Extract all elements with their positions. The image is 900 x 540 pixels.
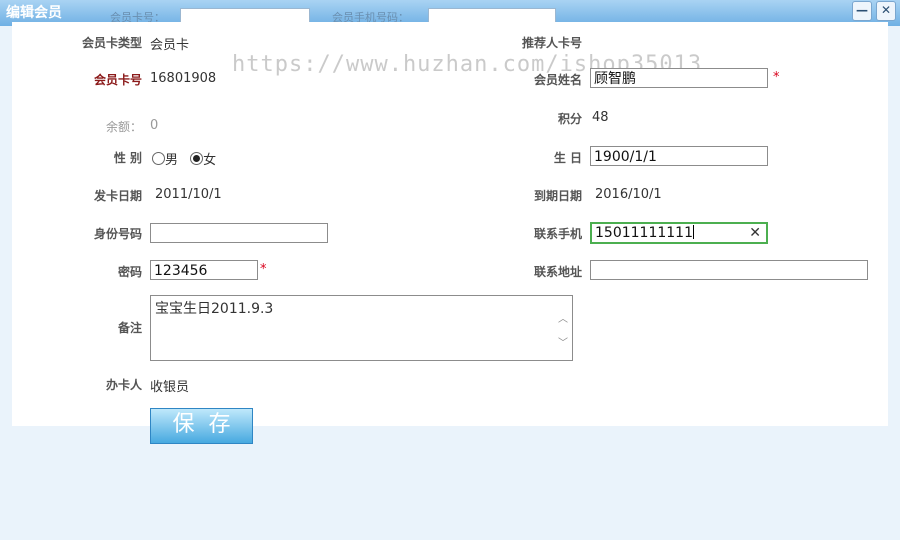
scroll-up-icon[interactable]: ︿ <box>558 310 568 325</box>
gender-radio-group: 男 女 <box>152 149 216 168</box>
expire-date-label: 到期日期 <box>533 189 582 203</box>
panel-footer-area <box>12 426 888 540</box>
card-type-value: 会员卡 <box>150 38 190 53</box>
handler-label: 办卡人 <box>105 378 142 392</box>
remark-value: 宝宝生日2011.9.3 <box>155 301 274 317</box>
gender-male-radio[interactable] <box>152 152 165 165</box>
password-value: 123456 <box>154 263 208 279</box>
save-button[interactable]: 保存 <box>150 408 253 444</box>
minimize-icon: — <box>856 3 868 17</box>
gender-female-radio[interactable] <box>190 152 204 165</box>
balance-label: 余额： <box>105 120 142 134</box>
issue-date-label: 发卡日期 <box>93 189 142 203</box>
address-input[interactable] <box>590 260 868 280</box>
points-label: 积分 <box>557 112 582 126</box>
remark-textarea[interactable]: 宝宝生日2011.9.3 ︿ ﹀ <box>150 295 573 361</box>
card-no-value: 16801908 <box>150 71 217 86</box>
gender-female-label: 女 <box>203 153 217 168</box>
expire-date-value: 2016/10/1 <box>595 187 662 202</box>
window-title: 编辑会员 <box>6 5 62 21</box>
birthday-value: 1900/1/1 <box>594 149 657 165</box>
text-caret <box>692 225 694 239</box>
birthday-input[interactable]: 1900/1/1 <box>590 146 768 166</box>
password-required-mark: * <box>260 262 267 277</box>
balance-value: 0 <box>150 118 159 133</box>
issue-date-value: 2011/10/1 <box>155 187 222 202</box>
remark-label: 备注 <box>117 321 142 335</box>
edit-member-panel: https://www.huzhan.com/ishop35013 会员卡类型 … <box>12 22 888 540</box>
password-label: 密码 <box>117 265 142 279</box>
card-no-label: 会员卡号 <box>93 73 142 87</box>
address-label: 联系地址 <box>533 265 582 279</box>
member-name-value: 顾智鹏 <box>594 71 636 87</box>
member-name-input[interactable]: 顾智鹏 <box>590 68 768 88</box>
gender-label: 性 别 <box>113 151 142 165</box>
mobile-value: 15011111111 <box>595 225 693 241</box>
password-input[interactable]: 123456 <box>150 260 258 280</box>
close-button[interactable]: ✕ <box>876 1 896 21</box>
id-number-input[interactable] <box>150 223 328 243</box>
gender-male-label: 男 <box>165 153 179 168</box>
handler-value: 收银员 <box>150 380 190 395</box>
referrer-label: 推荐人卡号 <box>521 36 582 50</box>
clear-icon[interactable]: ✕ <box>749 224 761 242</box>
name-required-mark: * <box>773 70 780 85</box>
birthday-label: 生 日 <box>553 151 582 165</box>
scroll-down-icon[interactable]: ﹀ <box>558 334 568 349</box>
mobile-input[interactable]: 15011111111 ✕ <box>590 222 768 244</box>
mobile-label: 联系手机 <box>533 227 582 241</box>
points-value: 48 <box>592 110 609 125</box>
member-name-label: 会员姓名 <box>533 73 582 87</box>
card-type-label: 会员卡类型 <box>81 36 142 50</box>
minimize-button[interactable]: — <box>852 1 872 21</box>
id-number-label: 身份号码 <box>93 227 142 241</box>
close-icon: ✕ <box>880 3 892 17</box>
